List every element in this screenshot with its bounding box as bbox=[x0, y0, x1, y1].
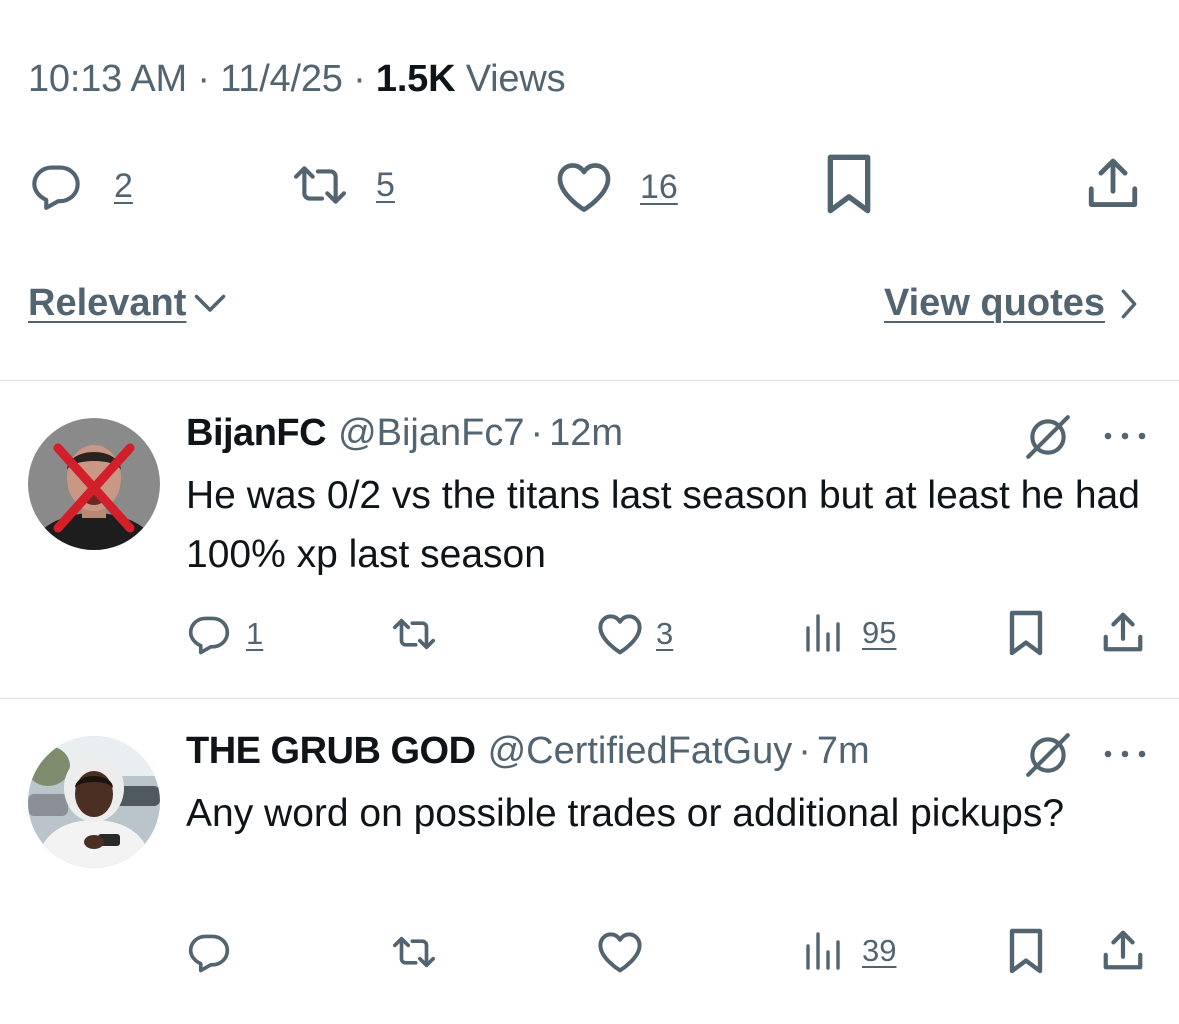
display-name[interactable]: THE GRUB GOD bbox=[186, 730, 476, 773]
main-reply-count: 2 bbox=[114, 166, 133, 205]
avatar[interactable] bbox=[28, 736, 160, 868]
tweet-time: 10:13 AM bbox=[28, 58, 187, 100]
bookmark-button[interactable] bbox=[1006, 608, 1046, 658]
view-quotes-link[interactable]: View quotes bbox=[884, 282, 1139, 325]
share-icon bbox=[1084, 154, 1142, 214]
like-button[interactable]: 3 bbox=[596, 612, 673, 656]
reply-icon bbox=[28, 160, 84, 212]
chevron-down-icon bbox=[192, 292, 228, 316]
sort-label: Relevant bbox=[28, 282, 187, 324]
share-icon bbox=[1100, 610, 1146, 656]
reply-text: Any word on possible trades or additiona… bbox=[186, 792, 1065, 835]
chevron-right-icon bbox=[1119, 287, 1139, 321]
like-button[interactable] bbox=[596, 930, 644, 974]
reply-time: 12m bbox=[549, 412, 624, 454]
more-icon[interactable] bbox=[1102, 424, 1148, 448]
tweet-date: 11/4/25 bbox=[220, 58, 343, 100]
share-icon bbox=[1100, 928, 1146, 974]
main-like-button[interactable]: 16 bbox=[554, 160, 678, 214]
main-repost-button[interactable]: 5 bbox=[286, 160, 395, 210]
user-handle[interactable]: @CertifiedFatGuy bbox=[488, 730, 793, 773]
more-icon[interactable] bbox=[1102, 742, 1148, 766]
like-icon bbox=[596, 930, 644, 974]
repost-button[interactable] bbox=[386, 932, 442, 972]
reply-button[interactable]: 1 bbox=[186, 612, 263, 656]
views-button[interactable]: 95 bbox=[804, 612, 896, 654]
like-icon bbox=[554, 160, 614, 214]
view-count: 95 bbox=[862, 615, 897, 650]
bookmark-icon bbox=[1006, 926, 1046, 976]
tweet-views-count: 1.5K bbox=[375, 58, 456, 100]
views-icon bbox=[804, 930, 842, 972]
view-count: 39 bbox=[862, 933, 897, 968]
repost-icon bbox=[386, 614, 442, 654]
user-handle[interactable]: @BijanFc7 bbox=[338, 412, 524, 455]
reply-icon bbox=[186, 612, 232, 656]
grok-icon[interactable] bbox=[1022, 730, 1074, 780]
reply-icon bbox=[186, 930, 232, 974]
view-quotes-label: View quotes bbox=[883, 282, 1105, 324]
display-name[interactable]: BijanFC bbox=[186, 412, 327, 455]
main-repost-count: 5 bbox=[376, 165, 395, 204]
bookmark-icon bbox=[1006, 608, 1046, 658]
main-reply-button[interactable]: 2 bbox=[28, 160, 133, 212]
tweet-views-label: Views bbox=[465, 58, 566, 100]
repost-icon bbox=[386, 932, 442, 972]
divider bbox=[0, 380, 1179, 381]
views-button[interactable]: 39 bbox=[804, 930, 896, 972]
repost-icon bbox=[286, 160, 354, 210]
sort-dropdown[interactable]: Relevant bbox=[28, 282, 228, 325]
divider bbox=[0, 698, 1179, 699]
main-share-button[interactable] bbox=[1084, 154, 1142, 214]
avatar[interactable] bbox=[28, 418, 160, 550]
bookmark-icon bbox=[822, 152, 876, 216]
like-icon bbox=[596, 612, 644, 656]
share-button[interactable] bbox=[1100, 610, 1146, 656]
reply-time: 7m bbox=[816, 730, 870, 772]
like-count: 3 bbox=[656, 616, 674, 651]
share-button[interactable] bbox=[1100, 928, 1146, 974]
bookmark-button[interactable] bbox=[1006, 926, 1046, 976]
tweet-meta: 10:13 AM · 11/4/25 · 1.5K Views bbox=[28, 58, 566, 100]
reply-header: BijanFC @BijanFc7 · 12m bbox=[186, 412, 624, 455]
reply-button[interactable] bbox=[186, 930, 232, 974]
main-bookmark-button[interactable] bbox=[822, 152, 876, 216]
grok-icon[interactable] bbox=[1022, 412, 1074, 462]
reply-count: 1 bbox=[246, 616, 264, 651]
main-like-count: 16 bbox=[640, 167, 678, 206]
views-icon bbox=[804, 612, 842, 654]
reply-text: He was 0/2 vs the titans last season but… bbox=[186, 474, 1140, 576]
reply-header: THE GRUB GOD @CertifiedFatGuy · 7m bbox=[186, 730, 870, 773]
repost-button[interactable] bbox=[386, 614, 442, 654]
